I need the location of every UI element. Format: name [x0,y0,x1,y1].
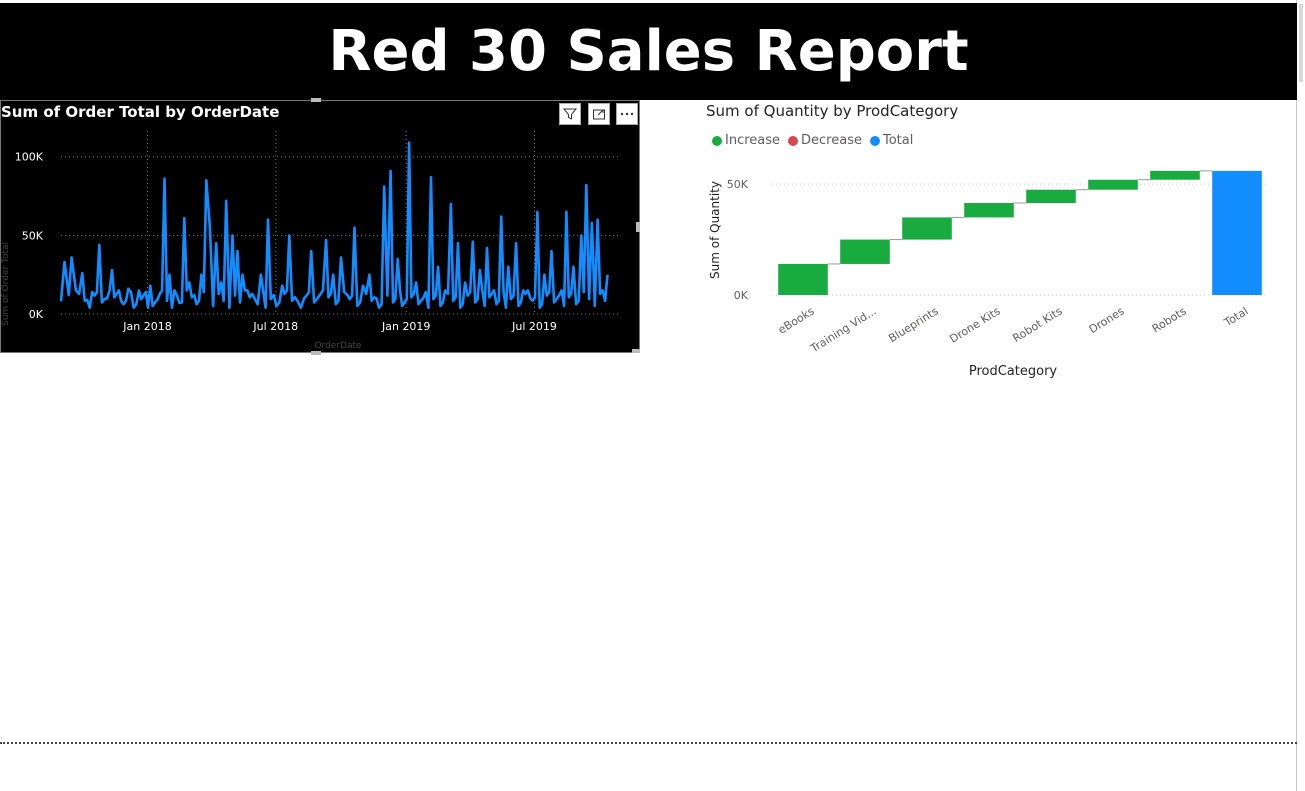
wf-bar-increase [1026,189,1076,204]
line-series [59,141,609,309]
line-x-tick-label: Jan 2019 [381,320,430,333]
waterfall-y-axis: 0K 50K [727,178,749,302]
wf-bar-total [1212,170,1262,295]
resize-handle-right[interactable] [636,222,640,232]
line-y-tick-label: 0K [29,308,44,321]
line-y-tick-label: 50K [22,229,44,242]
wf-bar-increase [1088,179,1138,190]
wf-bar-increase [902,217,952,240]
wf-x-tick-label: Robot Kits [1010,304,1064,345]
wf-bar-increase [840,239,890,264]
waterfall-chart-visual[interactable]: Sum of Quantity by ProdCategory Increase… [700,100,1280,390]
wf-bar-increase [1150,170,1200,180]
wf-x-tick-label: Blueprints [886,304,941,345]
waterfall-y-label: Sum of Quantity [708,181,722,279]
resize-handle-bottom[interactable] [311,351,321,355]
resize-handle-corner[interactable] [632,349,640,353]
line-chart-y-axis: 0K 50K 100K [15,151,44,321]
waterfall-x-label: ProdCategory [969,364,1058,379]
line-chart-plot: 0K 50K 100K Jan 2018 Jul 2018 Jan 2019 Jul 20… [1,131,621,351]
wf-x-tick-label: Training Vid... [807,305,878,356]
line-chart-visual[interactable]: Sum of Order Total by OrderDate 0K 50K 100… [0,100,640,353]
line-chart-x-label: OrderDate [314,341,362,351]
wf-bar-increase [778,263,828,295]
wf-x-tick-label: Robots [1150,304,1189,335]
line-chart-y-label: Sum of Order Total [1,242,11,326]
resize-handle-top[interactable] [311,98,321,102]
wf-x-tick-label: Drone Kits [947,304,1002,345]
wf-x-tick-label: eBooks [776,304,817,336]
line-x-tick-label: Jul 2019 [511,320,557,333]
wf-x-tick-label: Total [1221,305,1251,330]
waterfall-x-axis: eBooksTraining Vid... Blueprints Drone Kit… [776,304,1251,355]
report-title: Red 30 Sales Report [328,19,969,84]
line-x-tick-label: Jan 2018 [122,320,171,333]
vertical-scrollbar[interactable] [1297,0,1305,791]
waterfall-chart-plot: 0K50K eBooksTraining Vid... Blueprints Dro… [708,170,1268,379]
report-title-banner: Red 30 Sales Report [0,3,1297,100]
line-chart-x-axis: Jan 2018 Jul 2018 Jan 2019 Jul 2019 [122,320,557,333]
waterfall-bars [778,170,1262,295]
wf-bar-increase [964,203,1014,218]
line-y-tick-label: 100K [15,151,44,164]
line-x-tick-label: Jul 2018 [252,320,298,333]
wf-y-tick-label: 0K [734,289,749,302]
wf-y-tick-label: 50K [727,178,749,191]
wf-x-tick-label: Drones [1087,304,1127,336]
scrollbar-thumb[interactable] [1299,4,1303,82]
page-boundary-line [0,742,1297,744]
